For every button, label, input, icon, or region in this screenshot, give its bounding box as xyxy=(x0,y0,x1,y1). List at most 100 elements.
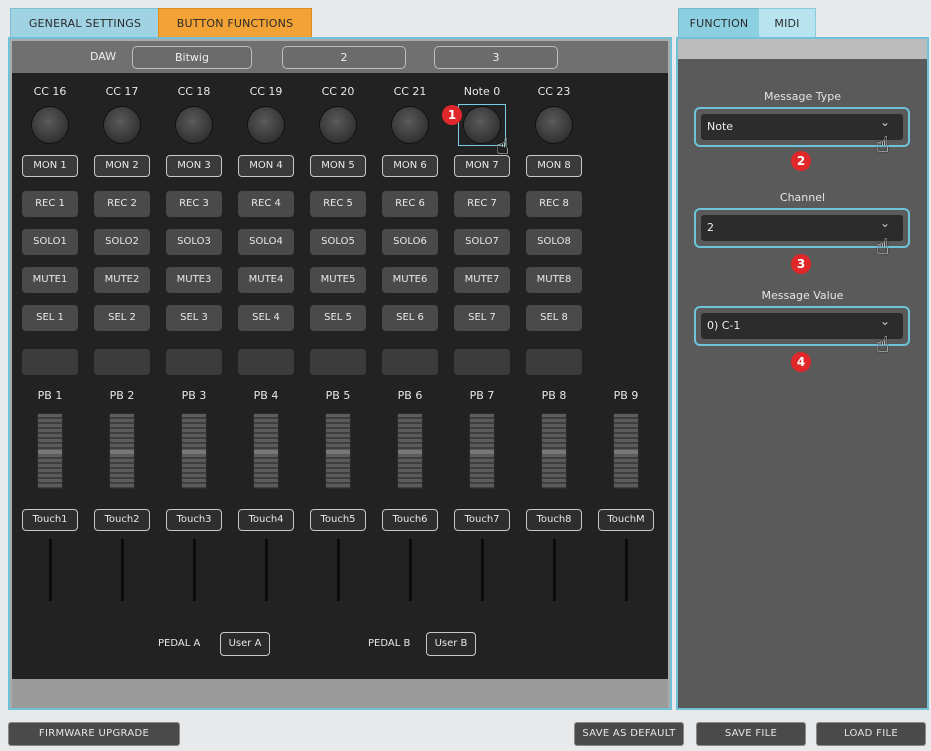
fader-9[interactable] xyxy=(613,413,639,489)
touch-button-3[interactable]: Touch3 xyxy=(166,509,222,531)
fader-2[interactable] xyxy=(109,413,135,489)
sel-button-7[interactable]: SEL 7 xyxy=(454,305,510,331)
fader-7[interactable] xyxy=(469,413,495,489)
daw-slot-3[interactable]: 3 xyxy=(434,46,558,69)
sel-button-8[interactable]: SEL 8 xyxy=(526,305,582,331)
blank-button-8[interactable] xyxy=(526,349,582,375)
knob-2[interactable] xyxy=(104,107,140,143)
pedal-b-button[interactable]: User B xyxy=(426,632,476,656)
fader-track xyxy=(625,539,628,601)
mute-button-4[interactable]: MUTE4 xyxy=(238,267,294,293)
knob-label: CC 21 xyxy=(393,85,427,98)
knob-1[interactable] xyxy=(32,107,68,143)
rec-button-8[interactable]: REC 8 xyxy=(526,191,582,217)
channel-value: 2 xyxy=(701,215,903,241)
mute-button-1[interactable]: MUTE1 xyxy=(22,267,78,293)
chevron-down-icon: ⌄ xyxy=(879,314,890,328)
mon-button-3[interactable]: MON 3 xyxy=(166,155,222,177)
mon-button-6[interactable]: MON 6 xyxy=(382,155,438,177)
save-file-button[interactable]: SAVE FILE xyxy=(696,722,806,746)
mute-button-6[interactable]: MUTE6 xyxy=(382,267,438,293)
blank-button-3[interactable] xyxy=(166,349,222,375)
touch-button-8[interactable]: Touch8 xyxy=(526,509,582,531)
touch-button-1[interactable]: Touch1 xyxy=(22,509,78,531)
mute-button-2[interactable]: MUTE2 xyxy=(94,267,150,293)
fader-5[interactable] xyxy=(325,413,351,489)
touch-button-m[interactable]: TouchM xyxy=(598,509,654,531)
pedal-a-button[interactable]: User A xyxy=(220,632,270,656)
mute-button-3[interactable]: MUTE3 xyxy=(166,267,222,293)
knob-4[interactable] xyxy=(248,107,284,143)
chevron-down-icon: ⌄ xyxy=(879,115,890,129)
load-file-button[interactable]: LOAD FILE xyxy=(816,722,926,746)
blank-button-7[interactable] xyxy=(454,349,510,375)
mon-button-4[interactable]: MON 4 xyxy=(238,155,294,177)
knob-3[interactable] xyxy=(176,107,212,143)
touch-button-6[interactable]: Touch6 xyxy=(382,509,438,531)
touch-button-7[interactable]: Touch7 xyxy=(454,509,510,531)
rec-button-1[interactable]: REC 1 xyxy=(22,191,78,217)
solo-button-6[interactable]: SOLO6 xyxy=(382,229,438,255)
blank-button-4[interactable] xyxy=(238,349,294,375)
mute-button-8[interactable]: MUTE8 xyxy=(526,267,582,293)
mute-button-7[interactable]: MUTE7 xyxy=(454,267,510,293)
rec-button-2[interactable]: REC 2 xyxy=(94,191,150,217)
mon-button-2[interactable]: MON 2 xyxy=(94,155,150,177)
rec-button-5[interactable]: REC 5 xyxy=(310,191,366,217)
touch-button-5[interactable]: Touch5 xyxy=(310,509,366,531)
blank-button-5[interactable] xyxy=(310,349,366,375)
daw-label: DAW xyxy=(90,50,117,63)
tab-midi[interactable]: MIDI xyxy=(758,8,816,38)
daw-slot-1[interactable]: Bitwig xyxy=(132,46,252,69)
knob-7[interactable] xyxy=(464,107,500,143)
solo-button-4[interactable]: SOLO4 xyxy=(238,229,294,255)
mon-button-8[interactable]: MON 8 xyxy=(526,155,582,177)
blank-button-6[interactable] xyxy=(382,349,438,375)
save-as-default-button[interactable]: SAVE AS DEFAULT xyxy=(574,722,684,746)
fader-3[interactable] xyxy=(181,413,207,489)
pb-label: PB 3 xyxy=(181,389,207,402)
chevron-down-icon: ⌄ xyxy=(879,216,890,230)
sel-button-3[interactable]: SEL 3 xyxy=(166,305,222,331)
tab-function[interactable]: FUNCTION xyxy=(678,8,760,38)
knob-5[interactable] xyxy=(320,107,356,143)
fader-1[interactable] xyxy=(37,413,63,489)
solo-button-8[interactable]: SOLO8 xyxy=(526,229,582,255)
tab-general-settings[interactable]: GENERAL SETTINGS xyxy=(10,8,160,38)
mon-button-7[interactable]: MON 7 xyxy=(454,155,510,177)
pb-label: PB 8 xyxy=(541,389,567,402)
sel-button-1[interactable]: SEL 1 xyxy=(22,305,78,331)
solo-button-3[interactable]: SOLO3 xyxy=(166,229,222,255)
sel-button-5[interactable]: SEL 5 xyxy=(310,305,366,331)
rec-button-4[interactable]: REC 4 xyxy=(238,191,294,217)
fader-4[interactable] xyxy=(253,413,279,489)
sel-button-2[interactable]: SEL 2 xyxy=(94,305,150,331)
knob-6[interactable] xyxy=(392,107,428,143)
rec-button-6[interactable]: REC 6 xyxy=(382,191,438,217)
mon-button-1[interactable]: MON 1 xyxy=(22,155,78,177)
solo-button-7[interactable]: SOLO7 xyxy=(454,229,510,255)
rec-button-3[interactable]: REC 3 xyxy=(166,191,222,217)
mute-button-5[interactable]: MUTE5 xyxy=(310,267,366,293)
knob-8[interactable] xyxy=(536,107,572,143)
blank-button-1[interactable] xyxy=(22,349,78,375)
fader-8[interactable] xyxy=(541,413,567,489)
step-badge-2: 2 xyxy=(791,151,811,171)
fader-track xyxy=(49,539,52,601)
pointer-hand-icon: ☝ xyxy=(876,133,890,158)
solo-button-2[interactable]: SOLO2 xyxy=(94,229,150,255)
touch-button-4[interactable]: Touch4 xyxy=(238,509,294,531)
firmware-upgrade-button[interactable]: FIRMWARE UPGRADE xyxy=(8,722,180,746)
sel-button-4[interactable]: SEL 4 xyxy=(238,305,294,331)
solo-button-5[interactable]: SOLO5 xyxy=(310,229,366,255)
fader-6[interactable] xyxy=(397,413,423,489)
mon-button-5[interactable]: MON 5 xyxy=(310,155,366,177)
blank-button-2[interactable] xyxy=(94,349,150,375)
sel-button-6[interactable]: SEL 6 xyxy=(382,305,438,331)
tab-button-functions[interactable]: BUTTON FUNCTIONS xyxy=(158,8,312,38)
daw-slot-2[interactable]: 2 xyxy=(282,46,406,69)
touch-button-2[interactable]: Touch2 xyxy=(94,509,150,531)
solo-button-1[interactable]: SOLO1 xyxy=(22,229,78,255)
rec-button-7[interactable]: REC 7 xyxy=(454,191,510,217)
channel-title: Channel xyxy=(779,191,826,204)
